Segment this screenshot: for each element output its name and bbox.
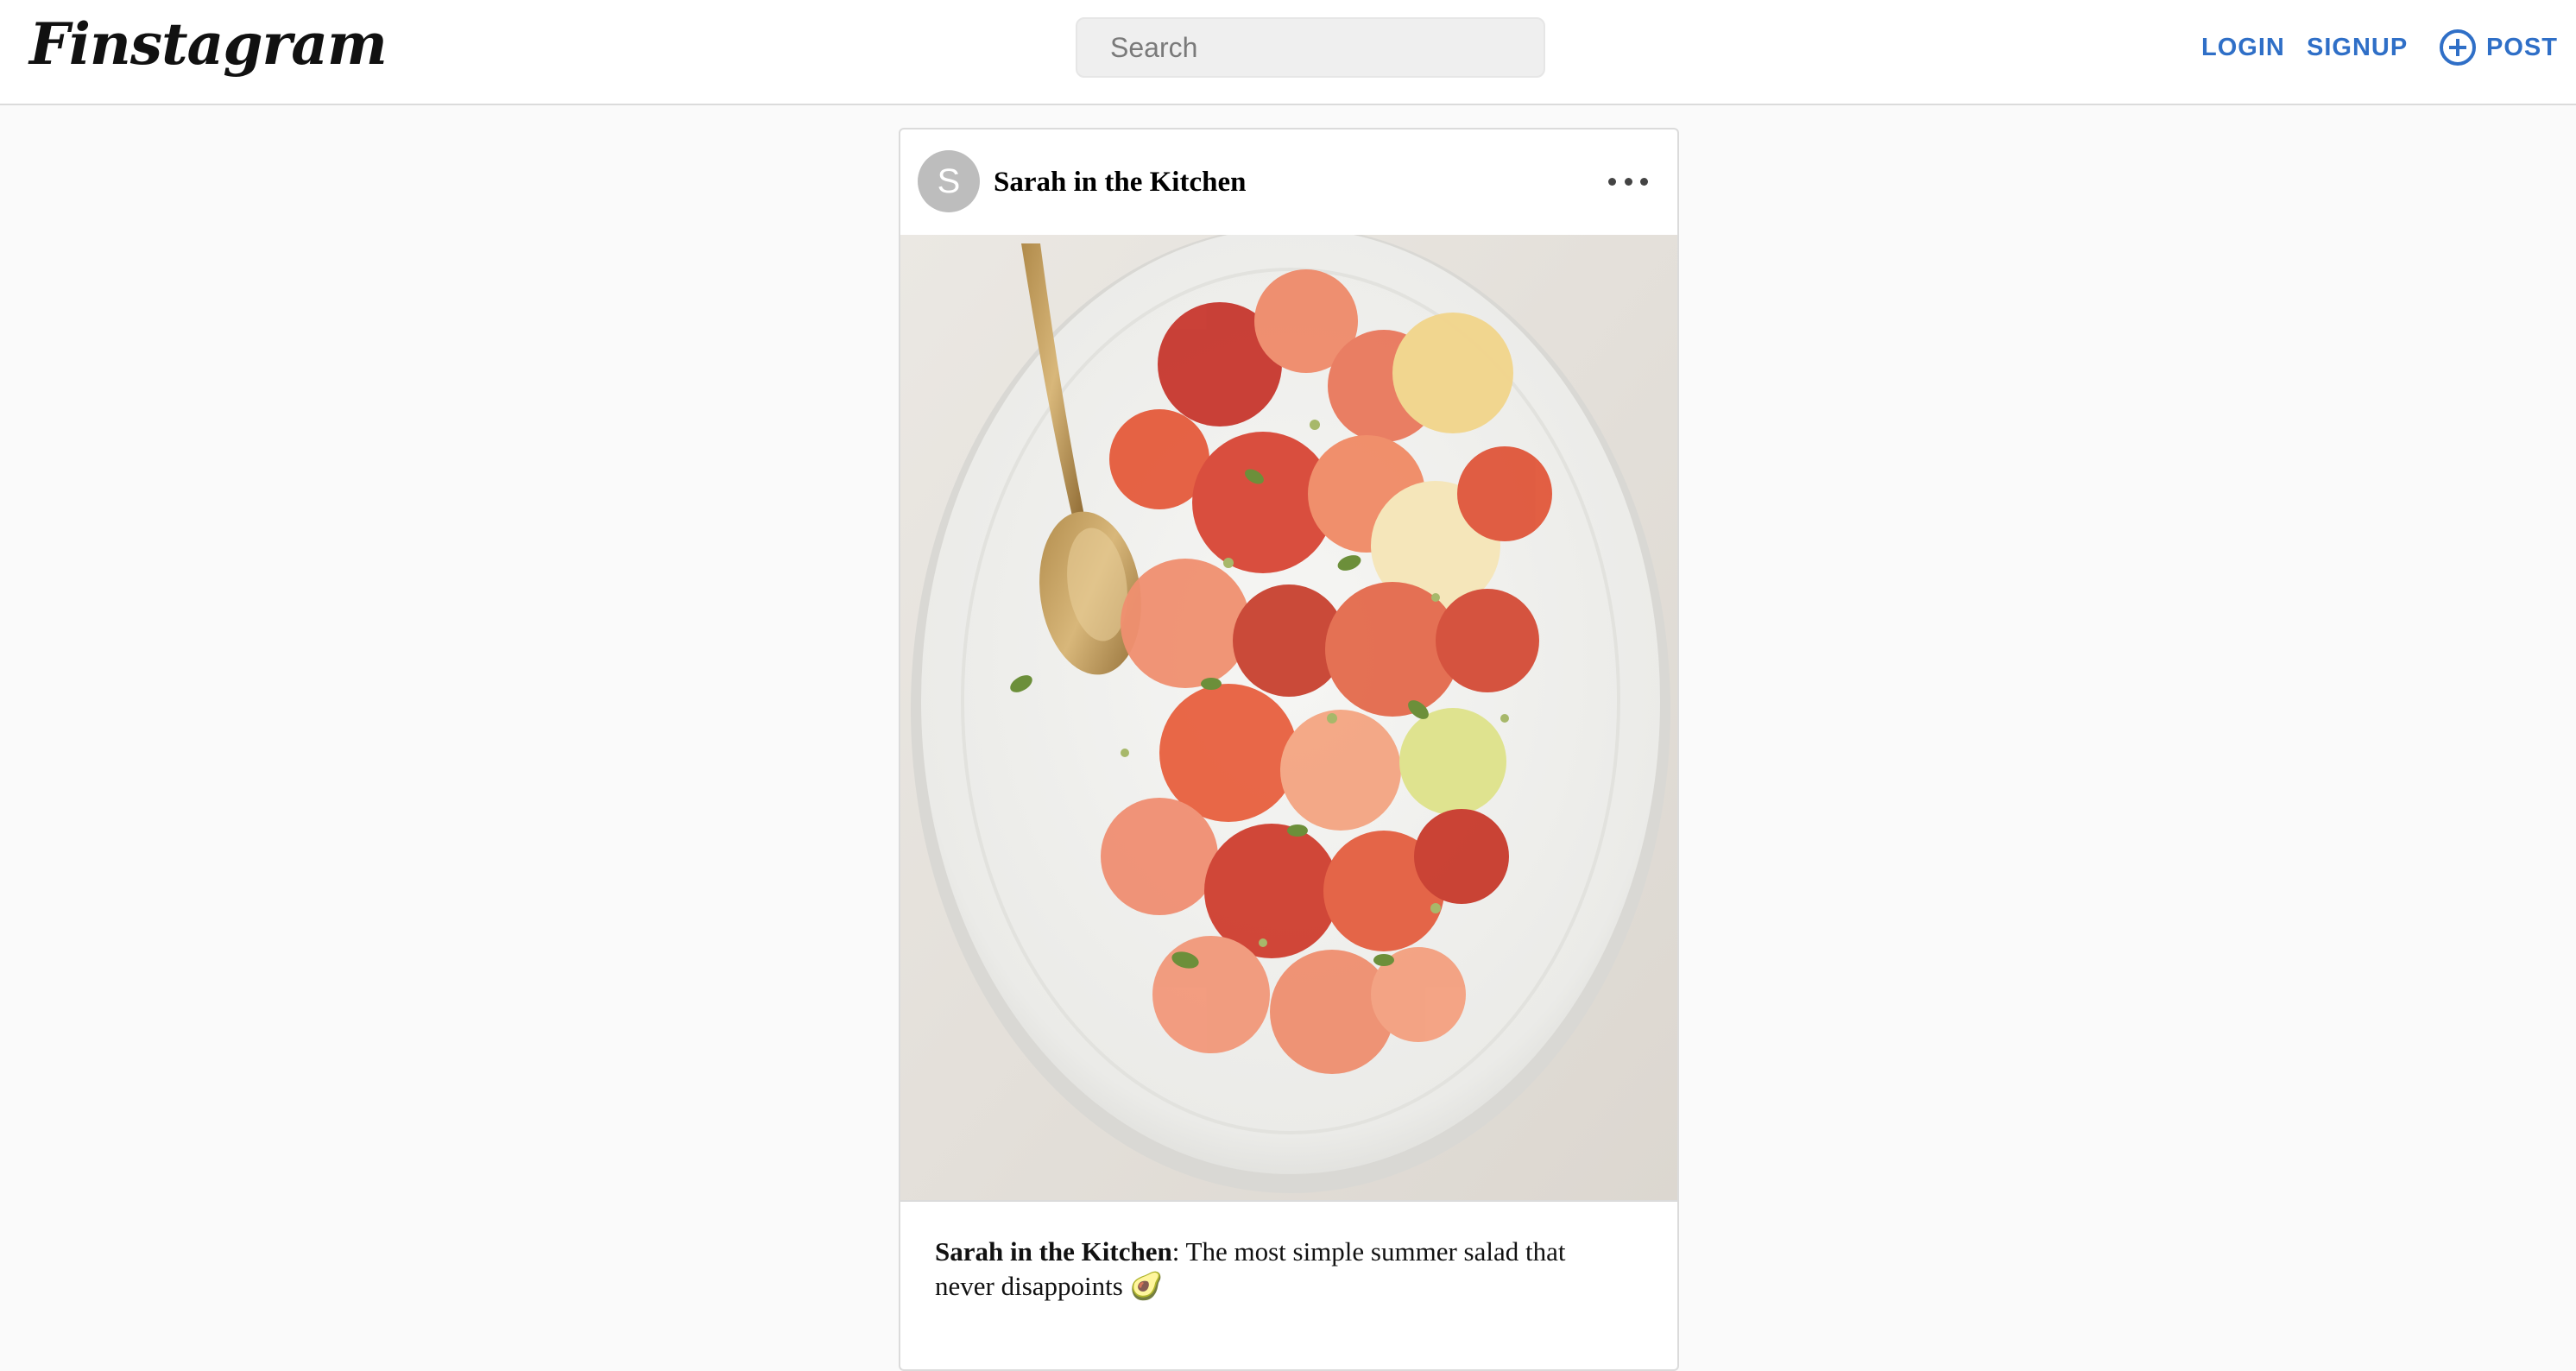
more-horizontal-icon[interactable] [1608, 164, 1648, 199]
add-circle-icon[interactable] [2440, 29, 2476, 66]
caption-username[interactable]: Sarah in the Kitchen [935, 1236, 1172, 1267]
post-header: S Sarah in the Kitchen [900, 130, 1677, 235]
avatar[interactable]: S [918, 150, 980, 212]
post-card: S Sarah in the Kitchen Sarah in the Kitc… [899, 128, 1679, 1371]
top-navigation-bar: Finstagram LOGIN SIGNUP POST [0, 0, 2576, 105]
search-input[interactable] [1076, 17, 1545, 78]
finstagram-logo[interactable]: Finstagram [29, 16, 388, 73]
post-caption: Sarah in the Kitchen: The most simple su… [935, 1235, 1626, 1304]
post-username[interactable]: Sarah in the Kitchen [994, 166, 1246, 199]
login-link[interactable]: LOGIN [2201, 33, 2285, 62]
post-image[interactable] [900, 235, 1677, 1202]
signup-link[interactable]: SIGNUP [2307, 33, 2408, 62]
post-button[interactable]: POST [2486, 33, 2558, 62]
